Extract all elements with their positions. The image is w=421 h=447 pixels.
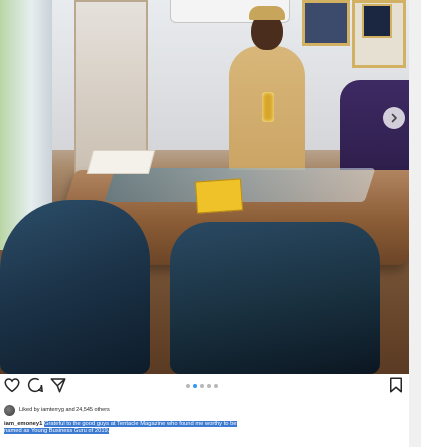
likes-text[interactable]: Liked by iamterryg and 24,545 others	[19, 407, 110, 413]
carousel-dot	[214, 384, 218, 388]
carousel-dot	[186, 384, 190, 388]
desk-papers	[86, 150, 156, 174]
caption-text: Grateful to the good guys at Tentacle Ma…	[43, 421, 237, 427]
likes-summary[interactable]: Liked by iamterryg and 24,545 others	[4, 404, 110, 416]
carousel-dot	[200, 384, 204, 388]
carousel-indicator	[186, 384, 218, 388]
bookmark-icon	[390, 377, 402, 393]
carousel-dot-active	[193, 384, 197, 388]
send-icon	[50, 378, 66, 393]
chevron-right-icon	[391, 113, 397, 123]
carousel-dot	[207, 384, 211, 388]
caption-username[interactable]: iam_emoney1	[4, 421, 42, 427]
comment-icon	[27, 377, 43, 393]
share-button[interactable]	[48, 376, 68, 396]
wall-portrait	[362, 4, 392, 38]
award-trophy	[262, 92, 274, 122]
visitor-chair	[170, 222, 380, 374]
caption-text: named as Young Business Guru of 2019.	[4, 428, 110, 434]
page-edge	[409, 0, 421, 447]
save-button[interactable]	[386, 376, 406, 396]
heart-icon	[4, 378, 20, 393]
comment-button[interactable]	[25, 376, 45, 396]
like-button[interactable]	[2, 376, 22, 396]
post-caption: iam_emoney1 Grateful to the good guys at…	[4, 421, 409, 435]
post-photo[interactable]	[0, 0, 409, 374]
wall-portrait	[302, 0, 350, 46]
gift-box	[194, 178, 244, 214]
carousel-next-button[interactable]	[383, 107, 405, 129]
visitor-chair	[0, 200, 150, 374]
avatar	[4, 404, 15, 416]
